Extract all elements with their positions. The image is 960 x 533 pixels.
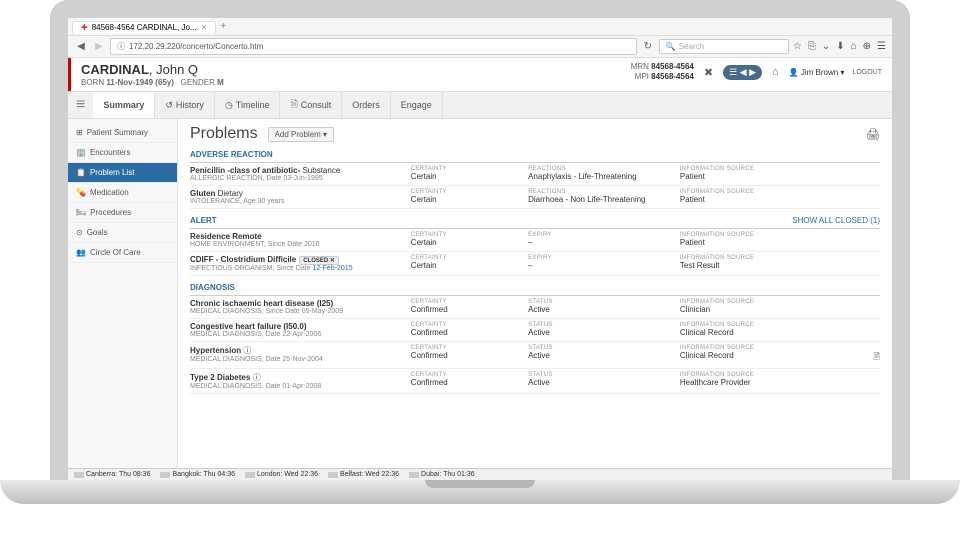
sidebar-icon: 🛏: [76, 208, 86, 217]
browser-tab-bar: ✚ 84568-4564 CARDINAL, Jo... ✕ +: [68, 18, 892, 36]
table-row: Type 2 Diabetes ⓘMEDICAL DIAGNOSIS, Date…: [190, 369, 880, 394]
tab-consult[interactable]: 🗎 Consult: [280, 92, 342, 118]
sidebar-icon: ⊙: [76, 228, 83, 237]
section-header: ALERTShow All Closed (1): [190, 213, 880, 229]
nav-menu-icon[interactable]: ≡: [68, 92, 93, 118]
list-toggle[interactable]: ☰ ◀ ▶: [723, 65, 762, 80]
pocket-icon[interactable]: ⌄: [822, 41, 830, 52]
patient-ids: MRN 84568-4564 MPI 84568-4564: [631, 62, 694, 83]
sidebar-icon: 📋: [76, 168, 86, 177]
home-icon[interactable]: ⌂: [851, 41, 857, 52]
star-icon[interactable]: ☆: [793, 41, 802, 52]
tab-history[interactable]: ↺ History: [155, 92, 215, 118]
sidebar-icon: ⊞: [76, 128, 83, 137]
new-tab-button[interactable]: +: [220, 21, 226, 32]
section-header: ADVERSE REACTION: [190, 147, 880, 163]
sidebar-item-problem-list[interactable]: 📋Problem List: [68, 163, 177, 183]
print-icon[interactable]: 🖨: [866, 128, 880, 141]
main-content: Problems Add Problem ▾ 🖨 ADVERSE REACTIO…: [178, 119, 892, 468]
sidebar-icon: 🏢: [76, 148, 86, 157]
sidebar-item-patient-summary[interactable]: ⊞Patient Summary: [68, 123, 177, 143]
browser-tab[interactable]: ✚ 84568-4564 CARDINAL, Jo... ✕: [72, 21, 216, 33]
search-field[interactable]: 🔍Search: [659, 39, 789, 54]
table-row: CDIFF - Clostridium DifficileCLOSED ✕INF…: [190, 252, 880, 276]
reload-icon[interactable]: ↻: [641, 40, 655, 54]
status-clock: Dubai: Thu 01:36: [409, 471, 475, 478]
back-icon[interactable]: ◀: [74, 40, 88, 54]
sidebar-icon: 👥: [76, 248, 86, 257]
download-icon[interactable]: ⬇: [836, 41, 844, 52]
patient-header: CARDINAL, John Q BORN 11-Nov-1949 (65y) …: [68, 58, 892, 91]
close-tab-icon[interactable]: ✕: [201, 23, 208, 32]
nav-tabs: ≡ Summary ↺ History ◷ Timeline 🗎 Consult…: [68, 91, 892, 119]
status-clock: London: Wed 22:36: [245, 471, 318, 478]
status-clock: Belfast: Wed 22:36: [328, 471, 399, 478]
show-all-link[interactable]: Show All Closed (1): [792, 216, 880, 225]
status-clock: Bangkok: Thu 04:36: [160, 471, 235, 478]
section-header: DIAGNOSIS: [190, 280, 880, 296]
url-field[interactable]: ⓘ172.20.29.220/concerto/Concerto.htm: [110, 38, 637, 55]
close-patient-icon[interactable]: ✖: [702, 64, 715, 81]
tab-summary[interactable]: Summary: [93, 92, 155, 118]
sidebar-item-encounters[interactable]: 🏢Encounters: [68, 143, 177, 163]
address-bar: ◀ ▶ ⓘ172.20.29.220/concerto/Concerto.htm…: [68, 36, 892, 58]
logout-button[interactable]: LOGOUT: [852, 69, 882, 76]
page-title: Problems: [190, 125, 258, 143]
table-row: Chronic ischaemic heart disease (I25)MED…: [190, 296, 880, 319]
table-row: Gluten DietaryINTOLERANCE, Age 30 yearsC…: [190, 186, 880, 209]
tab-favicon: ✚: [81, 23, 88, 32]
table-row: Penicillin -class of antibiotic- Substan…: [190, 163, 880, 186]
forward-icon: ▶: [92, 40, 106, 54]
tab-timeline[interactable]: ◷ Timeline: [215, 92, 281, 118]
tab-title: 84568-4564 CARDINAL, Jo...: [92, 23, 197, 32]
search-icon: 🔍: [666, 42, 676, 51]
tab-orders[interactable]: Orders: [342, 92, 391, 118]
sidebar: ⊞Patient Summary🏢Encounters📋Problem List…: [68, 119, 178, 468]
sidebar-item-circle-of-care[interactable]: 👥Circle Of Care: [68, 243, 177, 263]
sidebar-icon: 💊: [76, 188, 86, 197]
sidebar-item-procedures[interactable]: 🛏Procedures: [68, 203, 177, 223]
table-row: Congestive heart failure (I50.0)MEDICAL …: [190, 319, 880, 342]
home-patient-icon[interactable]: ⌂: [770, 64, 781, 80]
patient-name: CARDINAL, John Q: [81, 62, 224, 77]
user-label[interactable]: 👤 Jim Brown ▾: [789, 68, 845, 77]
browser-toolbar-icons: ☆ ⎘ ⌄ ⬇ ⌂ ⊕ ☰: [793, 41, 886, 52]
table-row: Residence RemoteHOME ENVIRONMENT, Since …: [190, 229, 880, 252]
table-row: Hypertension ⓘMEDICAL DIAGNOSIS, Date 25…: [190, 342, 880, 369]
add-problem-button[interactable]: Add Problem ▾: [268, 127, 334, 142]
status-bar: Canberra: Thu 08:36 Bangkok: Thu 04:36 Lon…: [68, 468, 892, 480]
sync-icon[interactable]: ⊕: [863, 41, 871, 52]
sidebar-item-goals[interactable]: ⊙Goals: [68, 223, 177, 243]
reader-icon[interactable]: ⎘: [808, 41, 816, 52]
status-clock: Canberra: Thu 08:36: [74, 471, 150, 478]
tab-engage[interactable]: Engage: [391, 92, 443, 118]
menu-icon[interactable]: ☰: [877, 41, 886, 52]
sidebar-item-medication[interactable]: 💊Medication: [68, 183, 177, 203]
